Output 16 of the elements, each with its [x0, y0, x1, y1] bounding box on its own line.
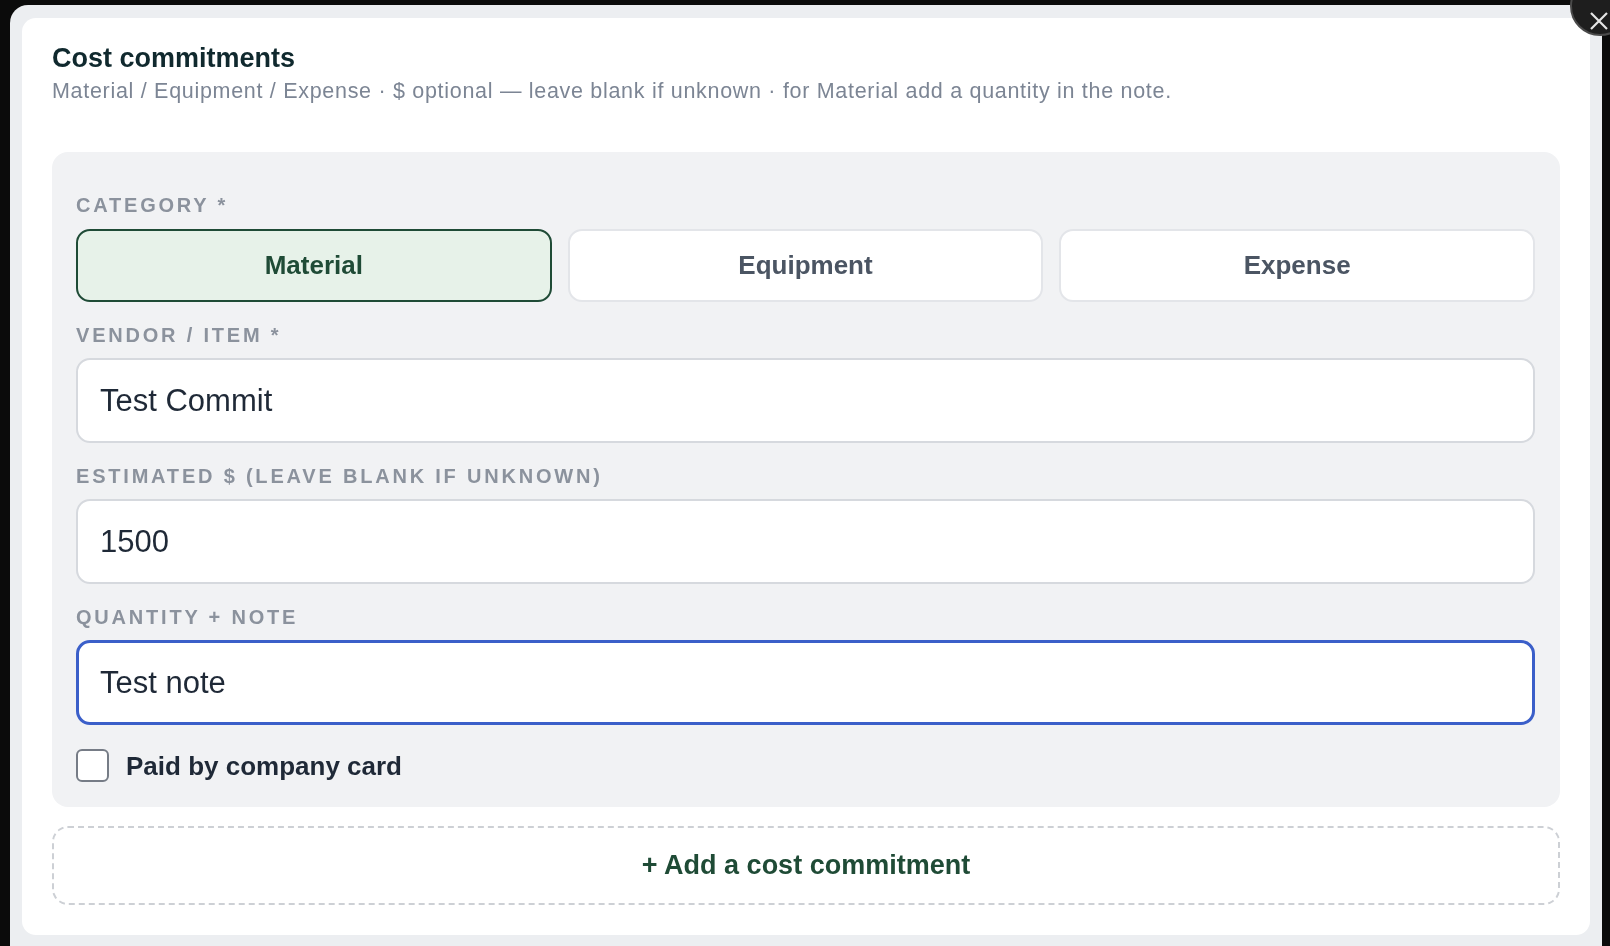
add-commitment-button[interactable]: + Add a cost commitment — [52, 826, 1560, 905]
field-label: VENDOR / ITEM * — [76, 324, 282, 346]
dialog-subtitle: Material / Equipment / Expense · $ optional — leave blank if unknown · for Material add a quantity in the note. — [52, 79, 1172, 103]
category-option-button[interactable]: Expense — [1059, 229, 1535, 302]
category-option-button[interactable]: Equipment — [567, 229, 1044, 302]
input-field[interactable]: Test note — [76, 640, 1535, 725]
field-label: QUANTITY + NOTE — [76, 606, 299, 628]
input-field[interactable]: Test Commit — [76, 358, 1535, 443]
checkbox[interactable] — [76, 749, 109, 782]
category-option-button[interactable]: Material — [76, 229, 552, 302]
input-field[interactable]: 1500 — [76, 499, 1535, 584]
checkbox-label: Paid by company card — [126, 750, 402, 781]
field-label: ESTIMATED $ (LEAVE BLANK IF UNKNOWN) — [76, 465, 603, 487]
dialog-title: Cost commitments — [52, 44, 296, 72]
close-icon — [1590, 12, 1608, 30]
field-label: CATEGORY * — [76, 194, 229, 216]
